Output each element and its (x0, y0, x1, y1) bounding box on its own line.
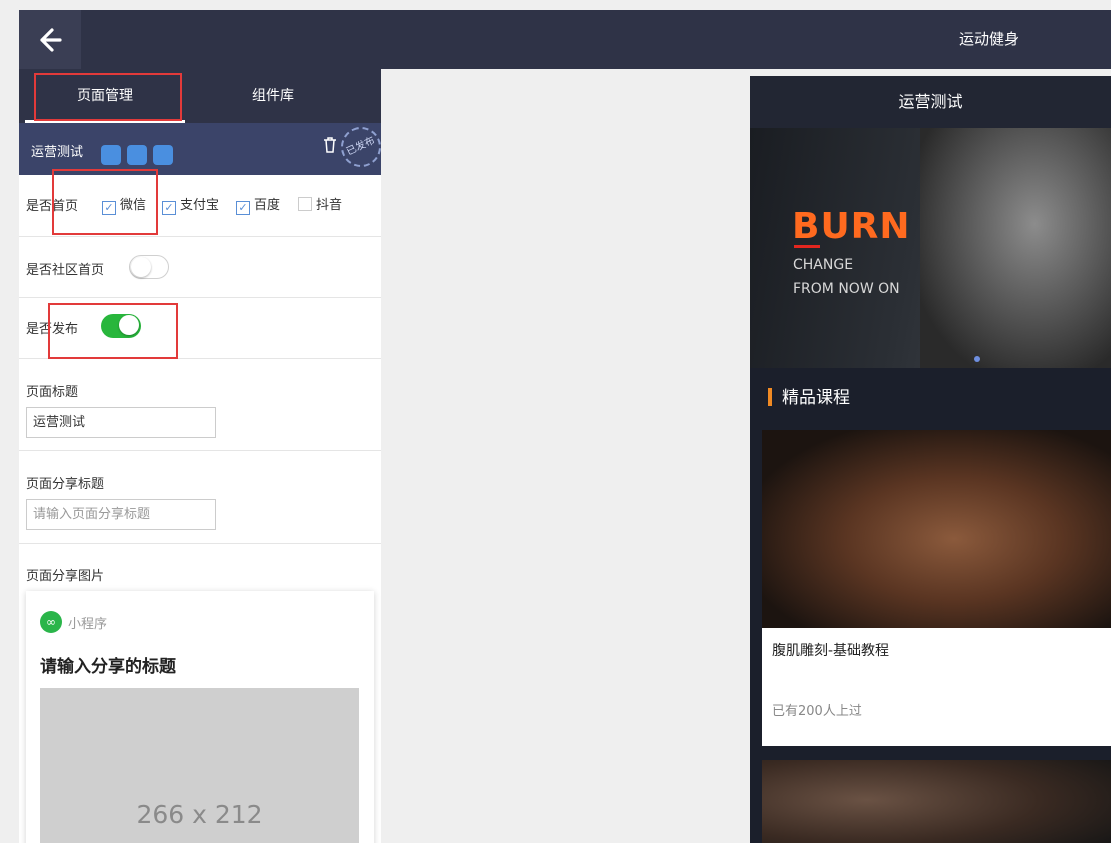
share-preview-card: ∞ 小程序 请输入分享的标题 266 x 212 (26, 591, 374, 843)
toggle-knob (119, 315, 139, 335)
baidu-icon (153, 145, 173, 165)
course-meta: 已有200人上过 (772, 704, 862, 719)
community-home-label: 是否社区首页 (26, 263, 105, 278)
checkbox-douyin[interactable]: 抖音 (298, 197, 342, 215)
section-accent-bar (768, 388, 772, 406)
home-page-row: 是否首页 ✓ 微信 ✓ 支付宝 ✓ 百度 抖音 (19, 175, 381, 237)
publish-row: 是否发布 (19, 298, 381, 359)
arrow-left-icon (40, 28, 62, 52)
community-home-toggle[interactable] (129, 255, 169, 279)
banner-headline: BURN (792, 206, 911, 247)
publish-toggle[interactable] (101, 314, 141, 338)
publish-label: 是否发布 (26, 322, 79, 337)
page-title-row: 页面标题 运营测试 (19, 359, 381, 451)
back-button[interactable] (19, 10, 81, 69)
course-image (762, 430, 1111, 628)
carousel-dot[interactable] (974, 356, 980, 362)
course-card[interactable]: 腹肌雕刻-基础教程 已有200人上过 (762, 430, 1111, 746)
phone-preview: 运营测试 BURN CHANGE FROM NOW ON 精品课程 腹肌雕刻-基… (750, 76, 1111, 843)
section-header: 精品课程 (768, 383, 850, 408)
check-icon: ✓ (162, 201, 176, 215)
banner-carousel[interactable]: BURN CHANGE FROM NOW ON (750, 128, 1111, 368)
checkbox-label: 支付宝 (180, 198, 220, 213)
banner-tagline: CHANGE FROM NOW ON (793, 253, 900, 301)
trash-icon[interactable] (323, 137, 337, 157)
checkbox-empty-icon (298, 197, 312, 211)
share-title-row: 页面分享标题 请输入页面分享标题 (19, 451, 381, 544)
home-page-label: 是否首页 (26, 199, 79, 214)
placeholder-size-text: 266 x 212 (136, 800, 263, 829)
wechat-icon (101, 145, 121, 165)
panel-tabs: 页面管理 组件库 (19, 69, 381, 123)
share-card-title: 请输入分享的标题 (40, 657, 176, 677)
mini-program-label: 小程序 (68, 617, 108, 632)
checkbox-baidu[interactable]: ✓ 百度 (236, 197, 280, 215)
alipay-icon (127, 145, 147, 165)
banner-line-1: CHANGE (793, 257, 854, 273)
tab-page-management[interactable]: 页面管理 (25, 69, 185, 123)
checkbox-label: 微信 (120, 198, 147, 213)
checkbox-wechat[interactable]: ✓ 微信 (102, 197, 146, 215)
share-image-label: 页面分享图片 (26, 569, 105, 584)
athlete-image (920, 128, 1111, 368)
toggle-knob (131, 257, 151, 277)
top-bar: 运动健身 (19, 10, 1111, 69)
banner-accent-line (794, 245, 820, 248)
page-title-input[interactable]: 运营测试 (26, 407, 216, 438)
banner-line-2: FROM NOW ON (793, 281, 900, 297)
course-card-image[interactable] (762, 760, 1111, 843)
tab-component-library[interactable]: 组件库 (193, 69, 353, 123)
published-stamp: 已发布 (334, 120, 381, 174)
share-title-input[interactable]: 请输入页面分享标题 (26, 499, 216, 530)
mini-program-icon: ∞ (40, 611, 62, 633)
checkbox-label: 抖音 (316, 198, 343, 213)
checkbox-label: 百度 (254, 198, 281, 213)
page-title-label: 页面标题 (26, 385, 79, 400)
course-name: 腹肌雕刻-基础教程 (772, 643, 890, 659)
page-name[interactable]: 运营测试 (31, 123, 83, 183)
share-image-placeholder[interactable]: 266 x 212 (40, 688, 359, 843)
app-title: 运动健身 (958, 30, 1019, 48)
check-icon: ✓ (102, 201, 116, 215)
preview-title: 运营测试 (750, 76, 1111, 128)
share-title-label: 页面分享标题 (26, 477, 105, 492)
page-bar: 运营测试 已发布 (19, 120, 381, 175)
section-title: 精品课程 (782, 388, 850, 408)
check-icon: ✓ (236, 201, 250, 215)
checkbox-alipay[interactable]: ✓ 支付宝 (162, 197, 219, 215)
page-settings-panel: 页面管理 组件库 运营测试 已发布 是否首页 ✓ 微信 ✓ 支付宝 ✓ 百度 抖音 是… (19, 69, 381, 843)
community-home-row: 是否社区首页 (19, 237, 381, 298)
